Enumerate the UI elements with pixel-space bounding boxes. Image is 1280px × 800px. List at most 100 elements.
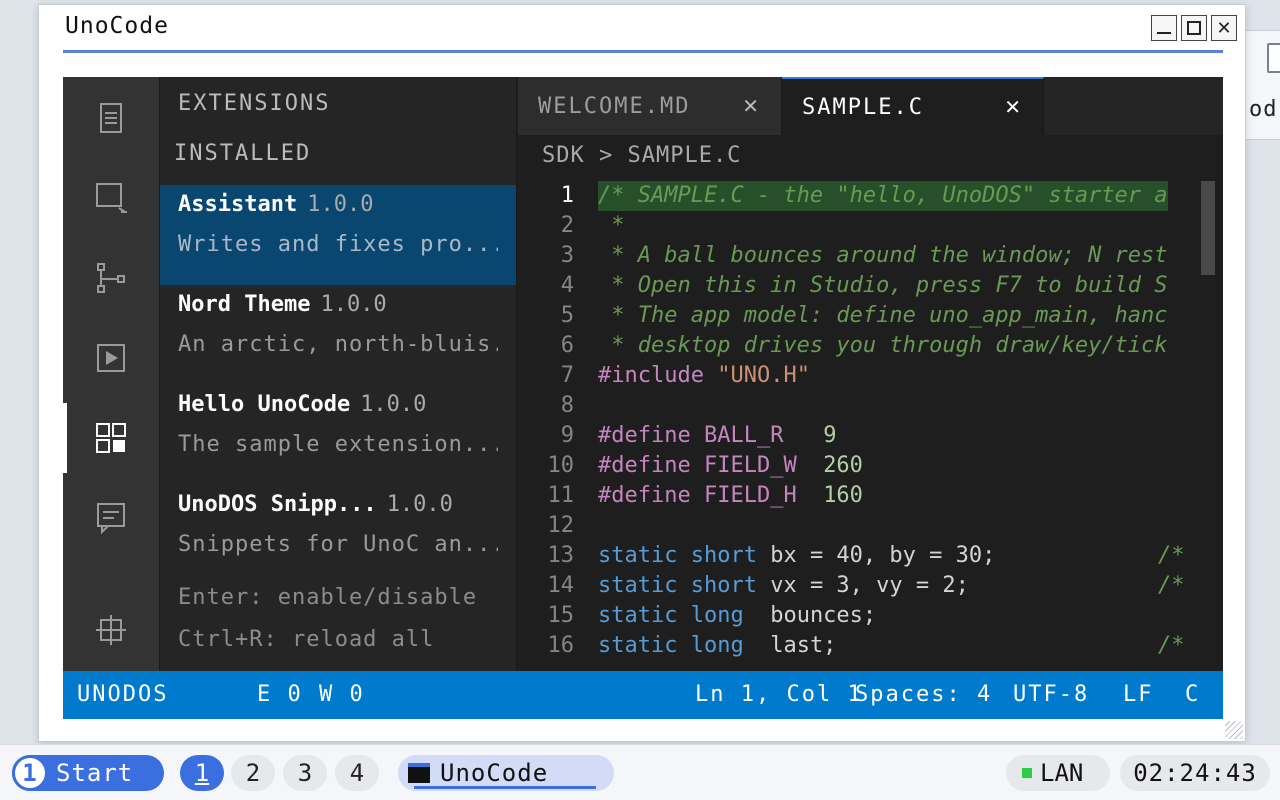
code-text: #define BALL_R 9: [598, 421, 836, 451]
status-cursor-position[interactable]: Ln 1, Col 1: [695, 671, 863, 719]
tab-close-icon[interactable]: ✕: [1004, 95, 1023, 119]
code-line: 3 * A ball bounces around the window; N …: [518, 241, 1198, 271]
extension-version: 1.0.0: [386, 492, 453, 517]
trailing-comment: /*: [1158, 573, 1185, 598]
resize-grip-icon[interactable]: [1225, 721, 1243, 739]
activity-chat[interactable]: [63, 483, 159, 553]
number-token: 160: [823, 483, 863, 508]
close-icon: ✕: [1216, 17, 1232, 39]
network-status[interactable]: LAN: [1006, 755, 1110, 791]
preprocessor-token: #define: [598, 483, 691, 508]
editor-app: EXTENSIONS INSTALLED Assistant 1.0.0 Writ…: [63, 77, 1223, 719]
line-number: 3: [560, 243, 574, 268]
status-indentation[interactable]: Spaces: 4: [855, 671, 992, 719]
extension-name: Nord Theme: [178, 292, 311, 317]
hint-reload-all: Ctrl+R: reload all: [178, 627, 435, 652]
network-label: LAN: [1040, 759, 1084, 787]
tab-sample-c[interactable]: SAMPLE.C ✕: [782, 77, 1044, 135]
activity-settings[interactable]: [63, 595, 159, 665]
keyboard-hints: Enter: enable/disable Ctrl+R: reload all: [178, 577, 477, 661]
extension-list: Assistant 1.0.0 Writes and fixes pro... N…: [160, 185, 516, 565]
keyword-token: static short: [598, 573, 757, 598]
hint-enable-disable: Enter: enable/disable: [178, 585, 478, 610]
code-line: 13 static short bx = 40, by = 30; /*: [518, 541, 1198, 571]
line-number: 2: [560, 213, 574, 238]
activity-extensions[interactable]: [63, 403, 159, 473]
editor-scrollbar[interactable]: [1201, 181, 1215, 275]
unocode-window: UnoCode ✕ EXTENSIONS INSTALLED Assistant…: [38, 4, 1246, 742]
extension-version: 1.0.0: [307, 192, 374, 217]
clock[interactable]: 02:24:43: [1120, 755, 1270, 791]
window-controls: ✕: [1151, 15, 1237, 41]
code-text: static long last;: [598, 631, 836, 661]
breadcrumb[interactable]: SDK > SAMPLE.C: [542, 143, 741, 168]
code-area[interactable]: 1 /* SAMPLE.C - the "hello, UnoDOS" start…: [518, 181, 1198, 671]
status-language[interactable]: C: [1185, 671, 1200, 719]
code-text: static long bounces;: [598, 601, 876, 631]
code-line: 15 static long bounces;: [518, 601, 1198, 631]
number-token: 260: [823, 453, 863, 478]
start-button[interactable]: 1 Start: [12, 755, 164, 791]
active-indicator: [414, 786, 596, 789]
code-comment: * Open this in Studio, press F7 to build…: [598, 273, 1168, 298]
status-eol[interactable]: LF: [1123, 671, 1154, 719]
line-number: 11: [547, 483, 575, 508]
editor-pane: WELCOME.MD ✕ SAMPLE.C ✕ SDK > SAMPLE.C 1…: [518, 77, 1223, 671]
crosshair-icon: [96, 615, 126, 645]
minimize-button[interactable]: [1151, 15, 1177, 41]
extension-item-unodos-snippets[interactable]: UnoDOS Snipp... 1.0.0 Snippets for UnoC a…: [160, 485, 516, 565]
macro-name: BALL_R: [703, 423, 784, 448]
macro-name: FIELD_H: [703, 483, 797, 508]
title-bar[interactable]: UnoCode ✕: [39, 5, 1245, 51]
workspace-1-button[interactable]: 1: [180, 755, 224, 791]
activity-source-control[interactable]: [63, 243, 159, 313]
code-line: 5 * The app model: define uno_app_main, …: [518, 301, 1198, 331]
code-rest: vx = 3, vy = 2;: [770, 573, 969, 598]
extension-description: Writes and fixes pro...: [178, 232, 498, 257]
extension-description: Snippets for UnoC an...: [178, 532, 498, 557]
extension-item-hello-unocode[interactable]: Hello UnoCode 1.0.0 The sample extension.…: [160, 385, 516, 485]
trailing-comment: /*: [1158, 633, 1185, 658]
extensions-sidebar: EXTENSIONS INSTALLED Assistant 1.0.0 Writ…: [159, 77, 517, 671]
workspace-4-button[interactable]: 4: [335, 755, 379, 791]
close-button[interactable]: ✕: [1211, 15, 1237, 41]
workspace-2-button[interactable]: 2: [231, 755, 275, 791]
code-line: 9 #define BALL_R 9: [518, 421, 1198, 451]
installed-section-header[interactable]: INSTALLED: [174, 141, 311, 166]
taskbar-app-unocode[interactable]: UnoCode: [398, 755, 614, 791]
activity-run[interactable]: [63, 323, 159, 393]
code-line: 11 #define FIELD_H 160: [518, 481, 1198, 511]
extensions-icon: [96, 423, 126, 453]
minimize-icon: [1157, 32, 1171, 34]
status-encoding[interactable]: UTF-8: [1013, 671, 1089, 719]
line-number: 12: [547, 513, 575, 538]
code-rest: bounces;: [770, 603, 877, 628]
code-comment: *: [598, 213, 625, 238]
window-title: UnoCode: [65, 13, 169, 39]
keyword-token: static long: [598, 603, 744, 628]
background-window-label: od: [1249, 97, 1278, 122]
status-os[interactable]: UNODOS: [77, 671, 168, 719]
activity-explorer[interactable]: [63, 83, 159, 153]
line-number: 5: [560, 303, 574, 328]
tab-label: WELCOME.MD: [538, 93, 691, 119]
number-token: 9: [823, 423, 837, 448]
code-comment: /* SAMPLE.C - the "hello, UnoDOS" starte…: [598, 181, 1168, 211]
taskbar: 1 Start 1 2 3 4 UnoCode LAN 02:24:43: [0, 744, 1280, 800]
workspace-3-button[interactable]: 3: [283, 755, 327, 791]
code-line: 2 *: [518, 211, 1198, 241]
status-errors[interactable]: E 0: [257, 671, 303, 719]
code-text: #define FIELD_W 260: [598, 451, 863, 481]
tab-welcome-md[interactable]: WELCOME.MD ✕: [518, 77, 782, 135]
status-warnings[interactable]: W 0: [319, 671, 365, 719]
activity-search[interactable]: [63, 163, 159, 233]
tab-close-icon[interactable]: ✕: [742, 94, 761, 118]
keyword-token: static short: [598, 543, 757, 568]
maximize-button[interactable]: [1181, 15, 1207, 41]
extension-item-assistant[interactable]: Assistant 1.0.0 Writes and fixes pro...: [160, 185, 516, 285]
line-number: 15: [547, 603, 575, 628]
line-number: 16: [547, 633, 575, 658]
line-number: 13: [547, 543, 575, 568]
code-comment: * desktop drives you through draw/key/ti…: [598, 333, 1168, 358]
extension-item-nord-theme[interactable]: Nord Theme 1.0.0 An arctic, north-bluis..…: [160, 285, 516, 385]
